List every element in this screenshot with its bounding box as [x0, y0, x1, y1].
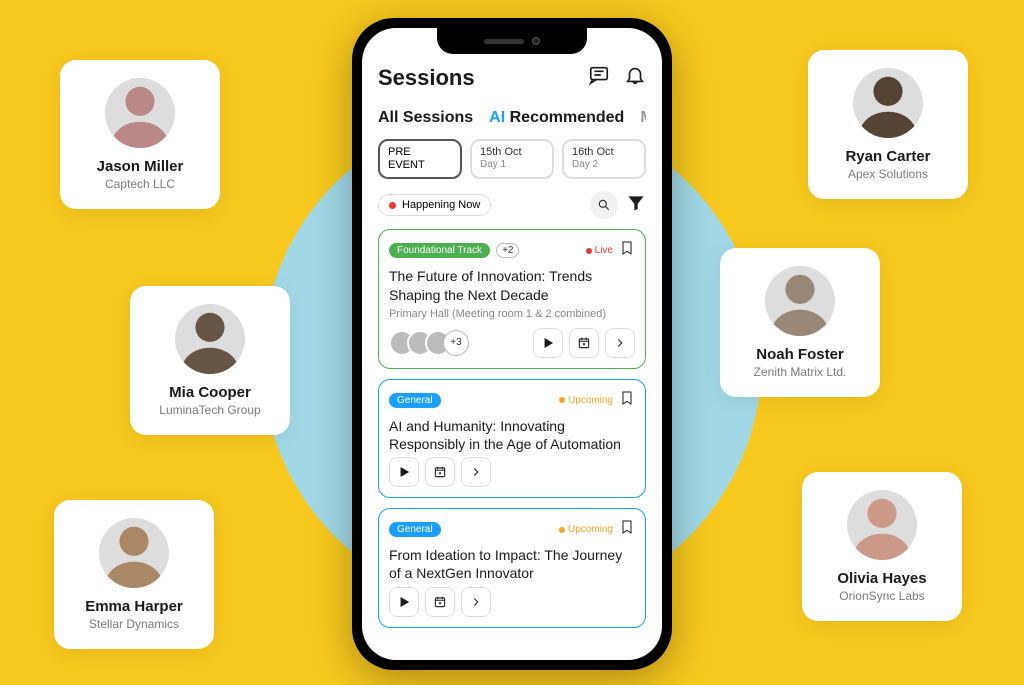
tab-all-sessions[interactable]: All Sessions [378, 109, 473, 127]
avatar [175, 304, 245, 374]
play-button[interactable] [389, 587, 419, 617]
header: Sessions [378, 64, 646, 91]
search-icon [597, 198, 611, 212]
session-title: AI and Humanity: Innovating Responsibly … [389, 417, 635, 453]
person-company: Apex Solutions [848, 167, 928, 181]
avatar [853, 68, 923, 138]
more-badge: +2 [496, 243, 519, 258]
speaker-avatars: +3 [389, 330, 469, 356]
calendar-add-icon [577, 336, 591, 350]
track-badge: General [389, 393, 441, 408]
person-name: Ryan Carter [845, 148, 930, 165]
bookmark-icon [619, 519, 635, 535]
person-name: Mia Cooper [169, 384, 251, 401]
person-card[interactable]: Jason Miller Captech LLC [60, 60, 220, 209]
bookmark-icon [619, 240, 635, 256]
calendar-add-icon [433, 465, 447, 479]
bookmark-button[interactable] [619, 240, 635, 261]
phone-screen: Sessions All Sessions AI Recommended My … [362, 28, 662, 660]
avatar [99, 518, 169, 588]
session-title: The Future of Innovation: Trends Shaping… [389, 267, 635, 303]
date-pill-pre-event[interactable]: PRE EVENT [378, 139, 462, 179]
session-title: From Ideation to Impact: The Journey of … [389, 546, 635, 582]
status-live: Live [586, 245, 613, 256]
session-location: Primary Hall (Meeting room 1 & 2 combine… [389, 308, 635, 320]
play-icon [397, 465, 411, 479]
person-name: Olivia Hayes [837, 570, 926, 587]
happening-now-chip[interactable]: Happening Now [378, 194, 491, 216]
person-company: Zenith Matrix Ltd. [754, 365, 847, 379]
add-calendar-button[interactable] [425, 587, 455, 617]
filter-button[interactable] [626, 193, 646, 218]
bookmark-button[interactable] [619, 519, 635, 540]
status-upcoming: Upcoming [559, 395, 613, 406]
person-name: Noah Foster [756, 346, 844, 363]
person-card[interactable]: Ryan Carter Apex Solutions [808, 50, 968, 199]
person-company: Stellar Dynamics [89, 617, 179, 631]
open-button[interactable] [605, 328, 635, 358]
track-badge: General [389, 522, 441, 537]
session-card[interactable]: Foundational Track +2 Live The Future of… [378, 229, 646, 368]
open-button[interactable] [461, 457, 491, 487]
more-speakers: +3 [443, 330, 469, 356]
phone-mockup: Sessions All Sessions AI Recommended My … [352, 18, 672, 670]
avatar [105, 78, 175, 148]
person-company: LuminaTech Group [159, 403, 260, 417]
session-card[interactable]: General Upcoming AI and Humanity: Innova… [378, 379, 646, 498]
status-upcoming: Upcoming [559, 524, 613, 535]
date-pill-day1[interactable]: 15th Oct Day 1 [470, 139, 554, 179]
tabs: All Sessions AI Recommended My [378, 109, 646, 127]
person-card[interactable]: Mia Cooper LuminaTech Group [130, 286, 290, 435]
phone-notch [437, 28, 587, 54]
bell-icon[interactable] [624, 64, 646, 91]
person-card[interactable]: Noah Foster Zenith Matrix Ltd. [720, 248, 880, 397]
avatar [847, 490, 917, 560]
session-card[interactable]: General Upcoming From Ideation to Impact… [378, 508, 646, 627]
play-button[interactable] [389, 457, 419, 487]
search-button[interactable] [590, 191, 618, 219]
filter-icon [626, 193, 646, 213]
person-card[interactable]: Emma Harper Stellar Dynamics [54, 500, 214, 649]
calendar-add-icon [433, 595, 447, 609]
tab-my[interactable]: My [640, 109, 646, 127]
page-title: Sessions [378, 65, 475, 91]
person-name: Emma Harper [85, 598, 183, 615]
date-filter-row: PRE EVENT 15th Oct Day 1 16th Oct Day 2 [378, 139, 646, 179]
bookmark-button[interactable] [619, 390, 635, 411]
add-calendar-button[interactable] [569, 328, 599, 358]
bookmark-icon [619, 390, 635, 406]
tab-ai-recommended[interactable]: AI Recommended [489, 109, 624, 127]
person-card[interactable]: Olivia Hayes OrionSync Labs [802, 472, 962, 621]
date-pill-day2[interactable]: 16th Oct Day 2 [562, 139, 646, 179]
chevron-right-icon [469, 595, 483, 609]
chat-icon[interactable] [588, 64, 610, 91]
person-name: Jason Miller [97, 158, 184, 175]
avatar [765, 266, 835, 336]
play-button[interactable] [533, 328, 563, 358]
play-icon [541, 336, 555, 350]
add-calendar-button[interactable] [425, 457, 455, 487]
person-company: Captech LLC [105, 177, 175, 191]
open-button[interactable] [461, 587, 491, 617]
chevron-right-icon [469, 465, 483, 479]
play-icon [397, 595, 411, 609]
chevron-right-icon [613, 336, 627, 350]
track-badge: Foundational Track [389, 243, 490, 258]
person-company: OrionSync Labs [839, 589, 924, 603]
live-dot-icon [389, 202, 396, 209]
